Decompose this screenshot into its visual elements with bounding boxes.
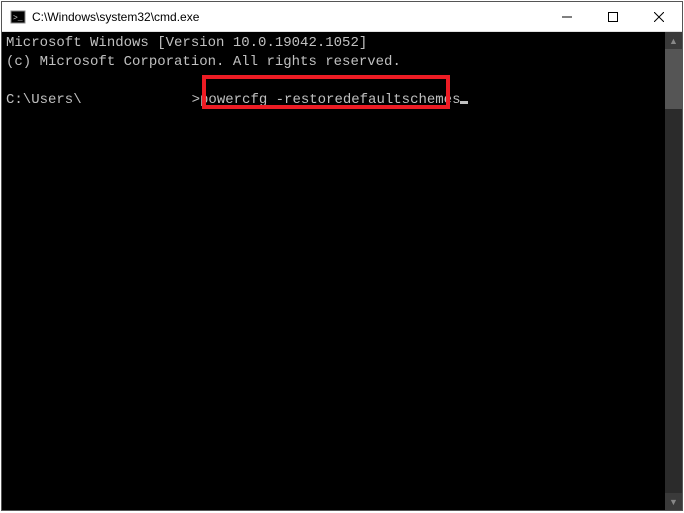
cmd-icon: >_ [10,9,26,25]
svg-text:>_: >_ [13,14,23,23]
terminal-output[interactable]: Microsoft Windows [Version 10.0.19042.10… [2,32,665,510]
maximize-button[interactable] [590,2,636,31]
client-area: Microsoft Windows [Version 10.0.19042.10… [2,32,682,510]
text-cursor [460,101,468,104]
window-title: C:\Windows\system32\cmd.exe [32,10,544,24]
redacted-username [82,92,192,106]
prompt-prefix: C:\Users\ [6,92,82,108]
scroll-up-button[interactable]: ▲ [665,32,682,49]
minimize-button[interactable] [544,2,590,31]
close-button[interactable] [636,2,682,31]
scroll-down-button[interactable]: ▼ [665,493,682,510]
scroll-thumb[interactable] [665,49,682,109]
window-controls [544,2,682,31]
prompt-suffix: > [192,92,200,108]
copyright-line: (c) Microsoft Corporation. All rights re… [6,54,401,70]
titlebar[interactable]: >_ C:\Windows\system32\cmd.exe [2,2,682,32]
version-line: Microsoft Windows [Version 10.0.19042.10… [6,35,367,51]
cmd-window: >_ C:\Windows\system32\cmd.exe Microsoft… [1,1,683,511]
vertical-scrollbar[interactable]: ▲ ▼ [665,32,682,510]
typed-command: powercfg -restoredefaultschemes [200,92,460,108]
